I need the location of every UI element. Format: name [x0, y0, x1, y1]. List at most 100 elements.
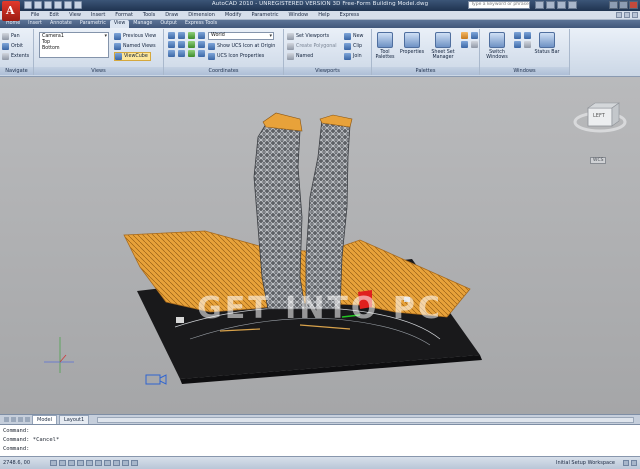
menu-edit[interactable]: Edit [44, 11, 64, 19]
view-item-bottom[interactable]: Bottom [42, 46, 108, 52]
dbconnect-icon[interactable] [471, 41, 478, 48]
set-viewports-button[interactable]: Set Viewports [287, 32, 329, 41]
viewcube-toggle[interactable]: ViewCube [114, 52, 151, 61]
grid-display-icon[interactable] [59, 460, 66, 466]
menu-insert[interactable]: Insert [86, 11, 110, 19]
workspace-switch[interactable]: Initial Setup Workspace [556, 460, 615, 466]
ucs-zaxis-icon[interactable] [178, 50, 185, 57]
menu-dimension[interactable]: Dimension [183, 11, 220, 19]
ortho-mode-icon[interactable] [68, 460, 75, 466]
coordinate-readout[interactable]: 2748.6, 00 [3, 460, 30, 466]
menu-help[interactable]: Help [313, 11, 334, 19]
tool-palettes-button[interactable]: Tool Palettes [372, 32, 398, 60]
calculator-icon[interactable] [461, 41, 468, 48]
lineweight-icon[interactable] [122, 460, 129, 466]
orbit-button[interactable]: Orbit [2, 42, 23, 51]
ucs-x-icon[interactable] [198, 32, 205, 39]
tile-horizontal-icon[interactable] [514, 32, 521, 39]
new-viewport-button[interactable]: New [344, 32, 363, 41]
tab-annotate[interactable]: Annotate [46, 20, 76, 28]
communication-center-icon[interactable] [546, 1, 555, 9]
pan-button[interactable]: Pan [2, 32, 20, 41]
menu-draw[interactable]: Draw [160, 11, 183, 19]
tab-output[interactable]: Output [156, 20, 181, 28]
status-bar-button[interactable]: Status Bar [534, 32, 560, 55]
views-list[interactable]: Camera1 Top Bottom [39, 32, 109, 58]
menu-parametric[interactable]: Parametric [246, 11, 283, 19]
previous-view-button[interactable]: Previous View [114, 32, 156, 41]
design-center-icon[interactable] [461, 32, 468, 39]
tab-prev-arrow-icon[interactable] [11, 417, 16, 422]
menu-format[interactable]: Format [110, 11, 138, 19]
application-menu-button[interactable] [2, 1, 20, 21]
horizontal-scrollbar[interactable] [97, 416, 634, 423]
search-input[interactable]: Type a keyword or phrase [468, 1, 530, 9]
ucs-menu-label[interactable]: WCS [590, 157, 607, 164]
search-icon[interactable] [535, 1, 544, 9]
menu-modify[interactable]: Modify [220, 11, 247, 19]
menu-view[interactable]: View [64, 11, 86, 19]
drawing-viewport[interactable]: LEFT WCS [0, 77, 640, 414]
close-button[interactable] [629, 1, 638, 9]
ucs-icon[interactable] [168, 32, 175, 39]
ucs-object-icon[interactable] [178, 41, 185, 48]
tab-express-tools[interactable]: Express Tools [181, 20, 221, 28]
menu-file[interactable]: File [26, 11, 44, 19]
tab-home[interactable]: Home [2, 20, 24, 28]
polar-tracking-icon[interactable] [77, 460, 84, 466]
extents-button[interactable]: Extents [2, 52, 29, 61]
tile-vertical-icon[interactable] [524, 32, 531, 39]
tab-last-arrow-icon[interactable] [25, 417, 30, 422]
help-icon[interactable] [568, 1, 577, 9]
favorites-icon[interactable] [557, 1, 566, 9]
maximize-button[interactable] [619, 1, 628, 9]
dynamic-input-icon[interactable] [113, 460, 120, 466]
ucs-view-icon[interactable] [168, 41, 175, 48]
doc-close-button[interactable] [632, 12, 638, 18]
ucs-face-icon[interactable] [188, 41, 195, 48]
object-snap-icon[interactable] [86, 460, 93, 466]
properties-button[interactable]: Properties [399, 32, 425, 55]
tab-first-arrow-icon[interactable] [4, 417, 9, 422]
ucs-world-icon[interactable] [178, 32, 185, 39]
clean-screen-icon[interactable] [631, 460, 637, 466]
ucs-icon-properties-button[interactable]: UCS Icon Properties [208, 52, 264, 61]
ucs-previous-icon[interactable] [188, 50, 195, 57]
lock-toolbar-icon[interactable] [623, 460, 629, 466]
ucs-3point-icon[interactable] [168, 50, 175, 57]
ucs-y-icon[interactable] [198, 41, 205, 48]
clip-viewport-button[interactable]: Clip [344, 42, 362, 51]
tab-insert[interactable]: Insert [24, 20, 46, 28]
named-views-button[interactable]: Named Views [114, 42, 156, 51]
snap-mode-icon[interactable] [50, 460, 57, 466]
tab-model[interactable]: Model [32, 414, 58, 425]
quick-properties-icon[interactable] [131, 460, 138, 466]
lock-icon[interactable] [524, 41, 531, 48]
minimize-button[interactable] [609, 1, 618, 9]
watermark-logo: GET INTO PC [197, 291, 443, 326]
tab-parametric[interactable]: Parametric [76, 20, 110, 28]
create-polygonal-button[interactable]: Create Polygonal [287, 42, 337, 51]
sheet-set-manager-button[interactable]: Sheet Set Manager [428, 32, 458, 60]
menu-tools[interactable]: Tools [138, 11, 160, 19]
object-snap-tracking-icon[interactable] [95, 460, 102, 466]
doc-minimize-button[interactable] [616, 12, 622, 18]
menu-express[interactable]: Express [335, 11, 365, 19]
viewcube-widget[interactable]: LEFT [573, 100, 627, 134]
named-viewports-button[interactable]: Named [287, 52, 313, 61]
tab-manage[interactable]: Manage [129, 20, 156, 28]
tab-next-arrow-icon[interactable] [18, 417, 23, 422]
show-ucs-icon-button[interactable]: Show UCS Icon at Origin [208, 42, 275, 51]
tab-view[interactable]: View [109, 20, 130, 28]
menu-window[interactable]: Window [284, 11, 314, 19]
cascade-icon[interactable] [514, 41, 521, 48]
switch-windows-button[interactable]: Switch Windows [482, 32, 512, 60]
join-viewport-button[interactable]: Join [344, 52, 362, 61]
ucs-origin-icon[interactable] [188, 32, 195, 39]
ucs-world-select[interactable]: World [208, 32, 274, 40]
markup-icon[interactable] [471, 32, 478, 39]
dynamic-ucs-icon[interactable] [104, 460, 111, 466]
doc-restore-button[interactable] [624, 12, 630, 18]
ucs-z-icon[interactable] [198, 50, 205, 57]
tab-layout1[interactable]: Layout1 [59, 414, 90, 425]
